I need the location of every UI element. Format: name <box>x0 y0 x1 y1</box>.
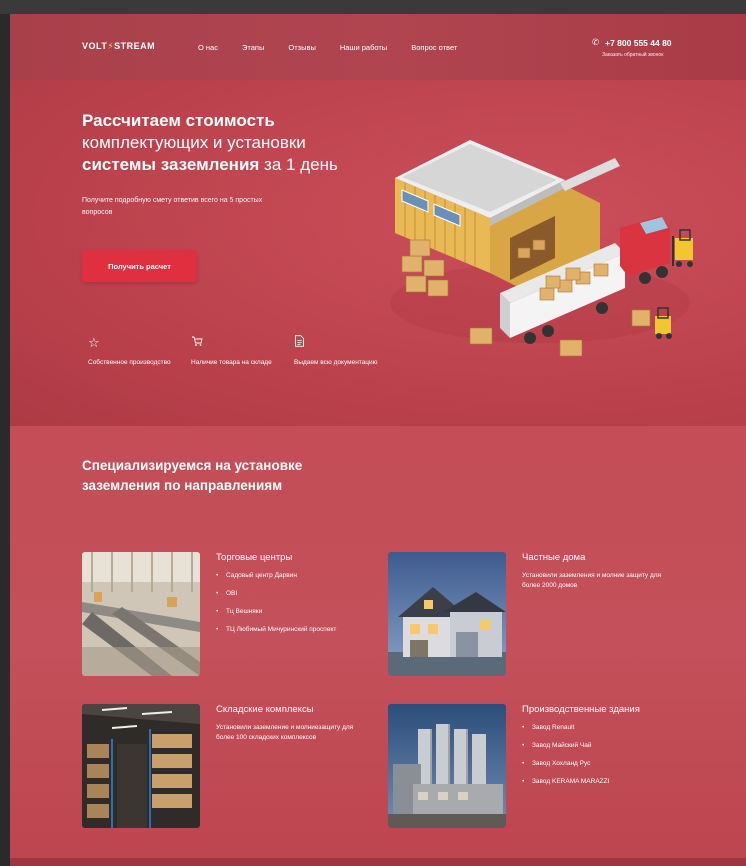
card-title: Складские комплексы <box>216 704 314 715</box>
list-item: Завод KERAMA MARAZZI <box>522 777 672 786</box>
hero-title-line-2: комплектующих и установки <box>82 133 306 152</box>
nav-works[interactable]: Наши работы <box>340 43 387 52</box>
nav-about[interactable]: О нас <box>198 43 218 52</box>
card-text: Частные дома Установили заземления и мол… <box>522 552 672 676</box>
list-item: Садовый центр Дарвин <box>216 571 366 580</box>
list-item: ТЦ Любимый Мичуринский проспект <box>216 625 366 634</box>
feature-label: Собственное производство <box>88 359 171 366</box>
hero-section: Рассчитаем стоимость комплектующих и уст… <box>10 80 746 426</box>
factory-photo <box>388 704 506 828</box>
hero-title-line-1: Рассчитаем стоимость <box>82 111 275 130</box>
hero-subtitle: Получите подробную смету ответив всего н… <box>82 197 263 216</box>
card-text: Торговые центры Садовый центр Дарвин OBI… <box>216 552 366 676</box>
phone-link[interactable]: ✆ +7 800 555 44 80 <box>592 37 672 48</box>
warehouse-illustration <box>390 140 693 357</box>
card-title: Частные дома <box>522 552 586 563</box>
card-list: Садовый центр Дарвин OBI Тц Вешняки ТЦ Л… <box>216 571 366 634</box>
card-description: Установили заземление и молниезащиту для… <box>216 724 354 741</box>
list-item: Тц Вешняки <box>216 607 366 616</box>
phone-block: ✆ +7 800 555 44 80 Заказать обратный зво… <box>592 37 672 58</box>
card-title: Торговые центры <box>216 552 293 563</box>
landing-page: VOLT⚡STREAM О нас Этапы Отзывы Наши рабо… <box>10 14 746 866</box>
list-item: Завод Майский Чай <box>522 741 672 750</box>
feature-label: Наличие товара на складе <box>191 359 272 366</box>
specialization-section: Специализируемся на установке заземления… <box>10 426 746 866</box>
nav-reviews[interactable]: Отзывы <box>288 43 315 52</box>
star-icon: ☆ <box>88 335 100 350</box>
logo-volt: VOLT <box>82 41 108 51</box>
card-text: Производственные здания Завод Renault За… <box>522 704 672 828</box>
cart-icon <box>191 335 294 351</box>
features-row: ☆ Собственное производство Наличие товар… <box>88 335 397 367</box>
card-title: Производственные здания <box>522 704 640 715</box>
phone-number: +7 800 555 44 80 <box>605 37 672 48</box>
warehouse-photo <box>82 704 200 828</box>
hero-title: Рассчитаем стоимость комплектующих и уст… <box>82 110 382 176</box>
card-private-houses: Частные дома Установили заземления и мол… <box>388 552 672 676</box>
hero-title-line-3-rest: за 1 день <box>259 155 338 174</box>
card-shopping-centers: Торговые центры Садовый центр Дарвин OBI… <box>82 552 366 676</box>
hero-title-line-3-bold: системы заземления <box>82 155 260 174</box>
nav-stages[interactable]: Этапы <box>242 43 264 52</box>
browser-top-bar <box>0 0 746 14</box>
feature-production: ☆ Собственное производство <box>88 335 191 367</box>
list-item: OBI <box>216 589 366 598</box>
next-section-edge <box>10 858 746 866</box>
card-industrial-buildings: Производственные здания Завод Renault За… <box>388 704 672 828</box>
house-photo <box>388 552 506 676</box>
phone-icon: ✆ <box>592 37 600 47</box>
section-title: Специализируемся на установке заземления… <box>82 458 303 493</box>
shopping-mall-photo <box>82 552 200 676</box>
list-item: Завод Renault <box>522 723 672 732</box>
logo[interactable]: VOLT⚡STREAM <box>82 41 155 52</box>
card-text: Складские комплексы Установили заземлени… <box>216 704 366 828</box>
logo-stream: STREAM <box>114 41 156 51</box>
site-header: VOLT⚡STREAM О нас Этапы Отзывы Наши рабо… <box>10 14 746 80</box>
main-nav: О нас Этапы Отзывы Наши работы Вопрос от… <box>198 43 481 52</box>
card-warehouses: Складские комплексы Установили заземлени… <box>82 704 366 828</box>
callback-link[interactable]: Заказать обратный звонок <box>602 52 672 58</box>
card-description: Установили заземления и молние защиту дл… <box>522 572 662 589</box>
feature-stock: Наличие товара на складе <box>191 335 294 367</box>
nav-faq[interactable]: Вопрос ответ <box>411 43 457 52</box>
get-estimate-button[interactable]: Получить расчет <box>82 250 197 282</box>
list-item: Завод Хохланд Рус <box>522 759 672 768</box>
card-list: Завод Renault Завод Майский Чай Завод Хо… <box>522 723 672 786</box>
